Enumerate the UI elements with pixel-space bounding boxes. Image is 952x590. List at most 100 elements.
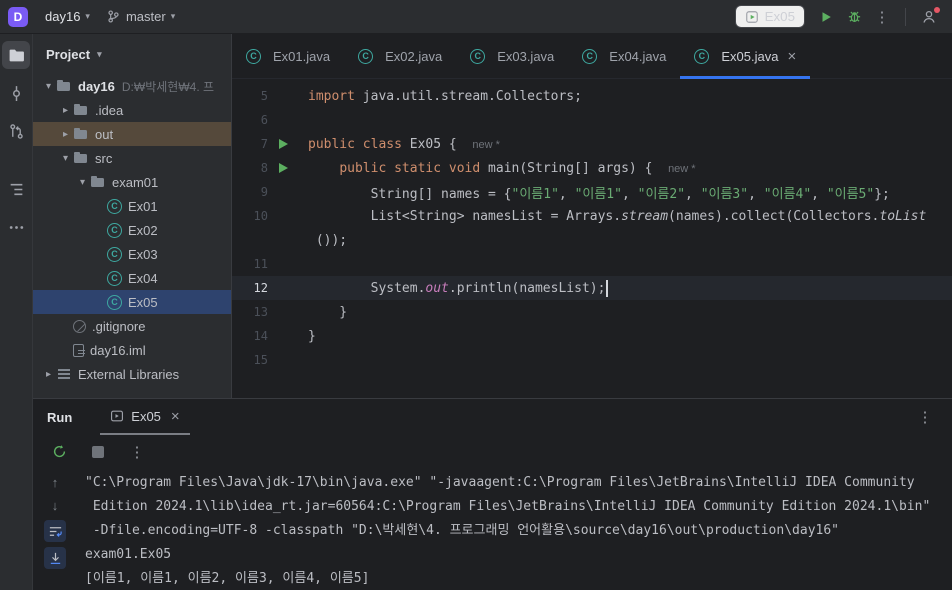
stop-icon (92, 445, 104, 458)
tree-item-ex02[interactable]: Ex02 (33, 218, 231, 242)
editor-area: Ex01.java Ex02.java Ex03.java Ex04.java Ex05… (232, 34, 952, 398)
console-line[interactable]: "C:\Program Files\Java\jdk-17\bin\java.e… (85, 471, 944, 495)
ignored-icon (73, 319, 86, 333)
tree-item-out[interactable]: ▸ out (33, 122, 231, 146)
more-actions-button[interactable]: ⋮ (869, 4, 895, 30)
code-editor[interactable]: 5 import java.util.stream.Collectors; 6 7 pu… (232, 79, 952, 398)
chevron-down-icon[interactable]: ▾ (58, 153, 73, 164)
code-line-7[interactable]: 7 public class Ex05 { new * (232, 132, 952, 156)
run-more-options-button[interactable]: ⋮ (124, 439, 150, 465)
editor-tab-ex04-java[interactable]: Ex04.java (568, 34, 680, 78)
editor-gutter (268, 163, 308, 173)
ellipsis-icon (9, 225, 23, 229)
app-logo[interactable]: D (8, 6, 28, 27)
tree-item-label: out (95, 126, 114, 142)
debug-button[interactable] (841, 4, 867, 30)
tree-item-ex03[interactable]: Ex03 (33, 242, 231, 266)
tree-item-idea[interactable]: ▸ .idea (33, 98, 231, 122)
code-with-me-button[interactable] (916, 4, 942, 30)
tree-item-exam01[interactable]: ▾ exam01 (33, 170, 231, 194)
project-tool-button[interactable] (2, 41, 30, 69)
class-icon (107, 294, 122, 310)
run-header: Run Ex05 × ⋮ (33, 399, 952, 435)
project-widget-label: day16 (45, 9, 81, 24)
tree-item-label: Ex03 (128, 246, 158, 262)
editor-tab-ex05-java[interactable]: Ex05.java × (680, 34, 811, 79)
chevron-down-icon[interactable]: ▾ (41, 81, 56, 92)
code-line-10[interactable]: 10 List<String> namesList = Arrays.strea… (232, 204, 952, 228)
chevron-down-icon: ▾ (85, 11, 90, 21)
tab-label: Ex03.java (497, 48, 555, 64)
tree-item-label: Ex01 (128, 198, 158, 214)
tree-item-ex04[interactable]: Ex04 (33, 266, 231, 290)
line-number: 8 (260, 161, 268, 175)
run-panel-options-button[interactable]: ⋮ (912, 404, 938, 430)
tree-item-day16[interactable]: ▾ day16 D:₩박세현₩4. 프 (33, 74, 231, 98)
code-line-13[interactable]: 13 } (232, 300, 952, 324)
code-line-12[interactable]: 12 System.out.println(namesList); (232, 276, 952, 300)
chevron-right-icon[interactable]: ▸ (58, 105, 73, 116)
commit-icon (12, 85, 20, 101)
code-line-14[interactable]: 14} (232, 324, 952, 348)
pull-requests-tool-button[interactable] (2, 117, 30, 145)
console-output[interactable]: "C:\Program Files\Java\jdk-17\bin\java.e… (77, 468, 952, 590)
code-line-6[interactable]: 6 (232, 108, 952, 132)
stop-button[interactable] (85, 439, 111, 465)
project-panel-header[interactable]: Project ▾ (33, 34, 231, 74)
tree-item-external-libraries[interactable]: ▸ External Libraries (33, 362, 231, 386)
titlebar-right: Ex05 ⋮ (734, 4, 942, 30)
close-run-tab-icon[interactable]: × (171, 409, 180, 424)
next-occurrence-button[interactable]: ↓ (52, 497, 59, 515)
code-line-wrap[interactable]: ()); (232, 228, 952, 252)
run-line-icon[interactable] (279, 163, 288, 173)
code-line-11[interactable]: 11 (232, 252, 952, 276)
run-button[interactable] (813, 4, 839, 30)
editor-tab-ex02-java[interactable]: Ex02.java (344, 34, 456, 78)
editor-tab-ex01-java[interactable]: Ex01.java (232, 34, 344, 78)
editor-tab-ex03-java[interactable]: Ex03.java (456, 34, 568, 78)
console-line[interactable]: [이름1, 이름1, 이름2, 이름3, 이름4, 이름5] (85, 567, 944, 590)
run-config-selector[interactable]: Ex05 (734, 5, 805, 28)
line-number: 12 (253, 281, 268, 295)
scroll-to-end-toggle[interactable] (44, 547, 66, 570)
console-line[interactable]: -Dfile.encoding=UTF-8 -classpath "D:\박세현… (85, 519, 944, 543)
tree-item-day16-iml[interactable]: day16.iml (33, 338, 231, 362)
code-line-9[interactable]: 9 String[] names = {"이름1", "이름1", "이름2",… (232, 180, 952, 204)
run-tab-ex05[interactable]: Ex05 × (100, 399, 190, 435)
chevron-right-icon[interactable]: ▸ (41, 369, 56, 380)
prev-occurrence-button[interactable]: ↑ (52, 474, 59, 492)
more-tool-windows-button[interactable] (2, 213, 30, 241)
pull-request-icon (9, 123, 23, 139)
class-icon (470, 48, 486, 64)
rerun-button[interactable] (46, 439, 72, 465)
structure-tool-button[interactable] (2, 175, 30, 203)
run-tool-window: Run Ex05 × ⋮ ⋮ ↑ ↓ "C:\Program Files\Jav… (33, 398, 952, 590)
line-number: 6 (260, 113, 268, 127)
code-text: public class Ex05 { new * (308, 136, 500, 152)
console-line[interactable]: Edition 2024.1\lib\idea_rt.jar=60564:C:\… (85, 495, 944, 519)
tree-item-ex05[interactable]: Ex05 (33, 290, 231, 314)
close-tab-icon[interactable]: × (787, 49, 796, 64)
tree-item-src[interactable]: ▾ src (33, 146, 231, 170)
line-number: 13 (253, 305, 268, 319)
branch-widget[interactable]: master ▾ (99, 6, 182, 27)
chevron-down-icon[interactable]: ▾ (75, 177, 90, 188)
soft-wrap-icon (49, 527, 62, 537)
tree-item-label: exam01 (112, 174, 159, 190)
code-line-15[interactable]: 15 (232, 348, 952, 372)
soft-wrap-toggle[interactable] (44, 520, 66, 543)
run-line-icon[interactable] (279, 139, 288, 149)
console-line[interactable]: exam01.Ex05 (85, 543, 944, 567)
tree-item-gitignore[interactable]: .gitignore (33, 314, 231, 338)
project-widget[interactable]: day16 ▾ (38, 6, 97, 27)
chevron-right-icon[interactable]: ▸ (58, 129, 73, 140)
commit-tool-button[interactable] (2, 79, 30, 107)
scroll-to-end-icon (50, 552, 60, 564)
run-toolbar: ⋮ (33, 435, 952, 468)
tree-item-ex01[interactable]: Ex01 (33, 194, 231, 218)
line-number: 14 (253, 329, 268, 343)
code-line-5[interactable]: 5 import java.util.stream.Collectors; (232, 84, 952, 108)
editor-tab-bar: Ex01.java Ex02.java Ex03.java Ex04.java Ex05… (232, 34, 952, 79)
code-line-8[interactable]: 8 public static void main(String[] args)… (232, 156, 952, 180)
tool-window-stripe (0, 34, 33, 590)
